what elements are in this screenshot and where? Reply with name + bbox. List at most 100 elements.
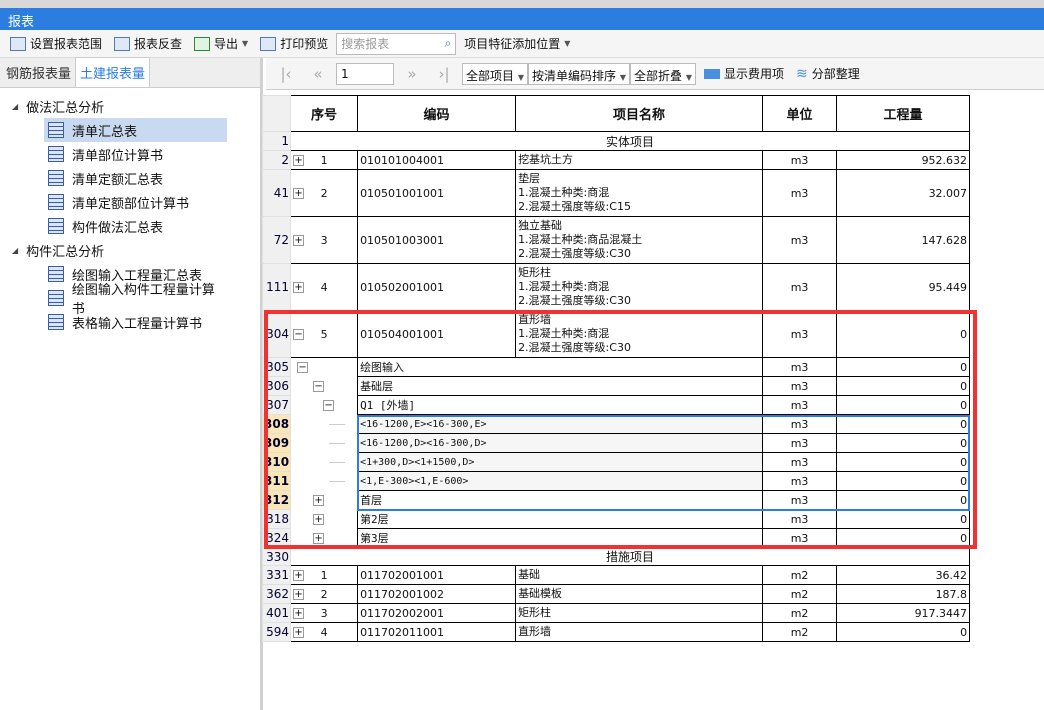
expand-toggle-icon[interactable]: +: [313, 495, 325, 506]
table-row[interactable]: 362 +2 011702001002 基础模板 m2 187.8: [261, 584, 971, 604]
show-cost-button[interactable]: 显示费用项: [700, 63, 788, 84]
detail-row[interactable]: 306 − 基础层 m3 0: [261, 376, 971, 396]
table-row[interactable]: 41 +2 010501001001 垫层 1.混凝土种类:商混 2.混凝土强度等级:C1…: [261, 169, 971, 217]
last-page-icon[interactable]: ›|: [430, 65, 458, 83]
expand-toggle-icon[interactable]: +: [293, 608, 305, 619]
fold-dropdown[interactable]: 全部折叠 ▼: [630, 62, 696, 85]
print-preview-button[interactable]: 打印预览: [256, 33, 332, 54]
expand-toggle-icon[interactable]: +: [313, 532, 325, 544]
reverse-check-button[interactable]: 报表反查: [110, 33, 186, 54]
page-number-input[interactable]: 1: [336, 62, 394, 85]
tree-connector: [329, 462, 346, 463]
row-number: 305: [261, 357, 292, 377]
expand-toggle-icon[interactable]: +: [293, 589, 305, 600]
table-header-row: 序号 编码 项目名称 单位 工程量: [261, 95, 971, 132]
expand-toggle-icon[interactable]: +: [293, 188, 305, 199]
detail-row[interactable]: 312 + 首层 m3 0: [261, 490, 971, 510]
expand-toggle-icon[interactable]: +: [293, 155, 305, 166]
feature-position-dropdown[interactable]: 项目特征添加位置 ▼: [460, 33, 574, 54]
quantity-cell: 0: [836, 452, 971, 472]
tab-rebar-report[interactable]: 钢筋报表量: [2, 58, 75, 87]
money-icon: [704, 68, 720, 79]
collapse-toggle-icon[interactable]: −: [313, 381, 325, 392]
tree-item-label: 清单部位计算书: [72, 148, 164, 164]
tree-item-label: 清单定额部位计算书: [72, 196, 190, 212]
tree-item-report[interactable]: 表格输入工程量计算书: [44, 310, 227, 334]
seq-cell: +4: [290, 622, 359, 642]
detail-row[interactable]: 305− 绘图输入 m3 0: [261, 357, 971, 377]
section-row[interactable]: 1 实体项目: [261, 131, 971, 151]
item-feature: 1.混凝土种类:商品混凝土: [518, 233, 643, 246]
quantity-cell: 0: [836, 509, 971, 529]
chevron-down-icon: ▼: [517, 72, 524, 82]
filter-dropdown[interactable]: 全部项目 ▼: [462, 62, 528, 85]
tree-item-report[interactable]: 清单汇总表: [44, 118, 227, 142]
item-name: 直形墙: [518, 313, 552, 326]
seq-cell: +2: [290, 584, 359, 604]
quantity-cell: 0: [836, 357, 971, 377]
quantity-cell: 0: [836, 433, 971, 453]
export-button[interactable]: 导出 ▼: [190, 33, 252, 54]
collapse-triangle-icon[interactable]: ◢: [12, 246, 18, 255]
first-page-icon[interactable]: |‹: [272, 65, 300, 83]
detail-row[interactable]: 311 <1,E-300><1,E-600> m3 0: [261, 471, 971, 491]
table-row[interactable]: 111 +4 010502001001 矩形柱 1.混凝土种类:商混 2.混凝土强度等级:…: [261, 263, 971, 311]
name-cell: 基础: [515, 565, 764, 585]
tree-item-report[interactable]: 清单定额部位计算书: [44, 190, 227, 214]
detail-label: 绘图输入: [357, 357, 764, 377]
tree-cell: −: [290, 357, 359, 377]
unit-cell: m3: [762, 216, 838, 264]
tree-item-report[interactable]: 清单部位计算书: [44, 142, 227, 166]
unit-cell: m3: [762, 310, 838, 358]
seq-number: 3: [320, 233, 328, 247]
detail-label: <16-1200,D><16-300,D>: [357, 433, 764, 453]
name-cell: 直形墙 1.混凝土种类:商混 2.混凝土强度等级:C30: [515, 310, 764, 358]
detail-row[interactable]: 310 <1+300,D><1+1500,D> m3 0: [261, 452, 971, 472]
expand-toggle-icon[interactable]: +: [293, 235, 305, 246]
quantity-cell: 95.449: [836, 263, 971, 311]
tree-item-report[interactable]: 清单定额汇总表: [44, 166, 227, 190]
row-number: 111: [261, 263, 292, 311]
tree-cell: +: [290, 528, 359, 548]
expand-toggle-icon[interactable]: +: [293, 627, 305, 638]
detail-row[interactable]: 308 <16-1200,E><16-300,E> m3 0: [261, 414, 971, 434]
table-row[interactable]: 2 +1 010101004001 挖基坑土方 m3 952.632: [261, 150, 971, 170]
detail-row[interactable]: 318 + 第2层 m3 0: [261, 509, 971, 529]
row-number: 312: [261, 490, 292, 510]
table-row[interactable]: 72 +3 010501003001 独立基础 1.混凝土种类:商品混凝土 2.混凝土强度…: [261, 216, 971, 264]
collapse-toggle-icon[interactable]: −: [323, 400, 335, 411]
tree-group-label: 做法汇总分析: [26, 100, 105, 116]
expand-toggle-icon[interactable]: +: [313, 514, 325, 525]
search-icon[interactable]: ⌕: [444, 36, 451, 51]
collapse-triangle-icon[interactable]: ◢: [12, 102, 18, 111]
table-row[interactable]: 594 +4 011702011001 直形墙 m2 0: [261, 622, 971, 642]
collapse-toggle-icon[interactable]: −: [293, 329, 305, 340]
quantity-cell: 952.632: [836, 150, 971, 170]
collapse-toggle-icon[interactable]: −: [297, 362, 309, 374]
search-report-input[interactable]: 搜索报表 ⌕: [336, 32, 457, 55]
code-cell: 010101004001: [357, 150, 517, 170]
tab-civil-report[interactable]: 土建报表量: [75, 57, 151, 87]
row-number: 594: [261, 622, 292, 642]
section-row[interactable]: 330 措施项目: [261, 547, 971, 566]
table-row[interactable]: 304−5 010504001001 直形墙 1.混凝土种类:商混 2.混凝土强度等级:…: [261, 310, 971, 358]
expand-toggle-icon[interactable]: +: [293, 282, 305, 293]
next-page-icon[interactable]: »: [398, 65, 426, 83]
organize-button[interactable]: ≋ 分部整理: [792, 63, 864, 84]
detail-row[interactable]: 324 + 第3层 m3 0: [261, 528, 971, 548]
tree-item-report[interactable]: 构件做法汇总表: [44, 214, 227, 238]
detail-row[interactable]: 309 <16-1200,D><16-300,D> m3 0: [261, 433, 971, 453]
table-row[interactable]: 331 +1 011702001001 基础 m2 36.42: [261, 565, 971, 585]
sort-dropdown[interactable]: 按清单编码排序 ▼: [528, 62, 630, 85]
column-header-seq: 序号: [290, 95, 359, 132]
tree-item-report[interactable]: 绘图输入构件工程量计算书: [44, 283, 227, 317]
tree-group[interactable]: ◢ 做法汇总分析: [0, 94, 260, 118]
tree-group[interactable]: ◢ 构件汇总分析: [0, 238, 260, 262]
tree-cell: [290, 414, 359, 434]
set-range-button[interactable]: 设置报表范围: [6, 33, 106, 54]
expand-toggle-icon[interactable]: +: [293, 570, 305, 581]
seq-cell: −5: [290, 310, 359, 358]
detail-row[interactable]: 307 − Q1 [外墙] m3 0: [261, 395, 971, 415]
table-row[interactable]: 401 +3 011702002001 矩形柱 m2 917.3447: [261, 603, 971, 623]
prev-page-icon[interactable]: «: [304, 65, 332, 83]
